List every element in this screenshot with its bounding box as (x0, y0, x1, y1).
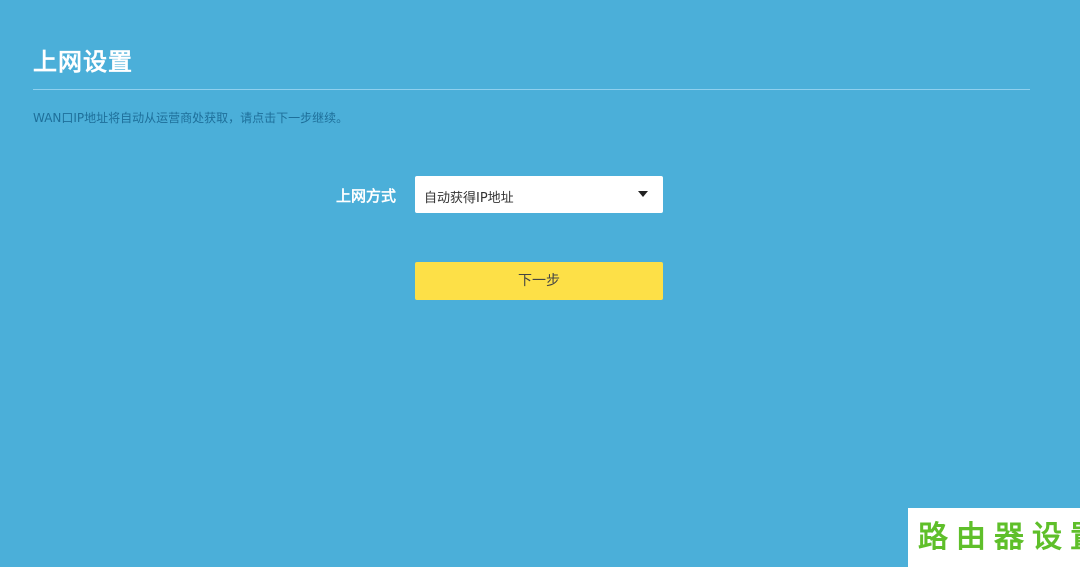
watermark-text: 路由器设置 (918, 520, 1080, 555)
connection-type-label: 上网方式 (336, 187, 397, 205)
title-divider (33, 89, 1030, 90)
connection-type-select[interactable]: 自动获得IP地址 (415, 176, 663, 213)
hint-text: WAN口IP地址将自动从运营商处获取，请点击下一步继续。 (33, 111, 349, 125)
watermark-logo: 路由器设置 (908, 508, 1080, 567)
connection-type-value: 自动获得IP地址 (424, 191, 514, 206)
caret-down-icon (638, 191, 648, 197)
next-button[interactable]: 下一步 (415, 262, 663, 300)
page-title: 上网设置 (33, 48, 133, 76)
